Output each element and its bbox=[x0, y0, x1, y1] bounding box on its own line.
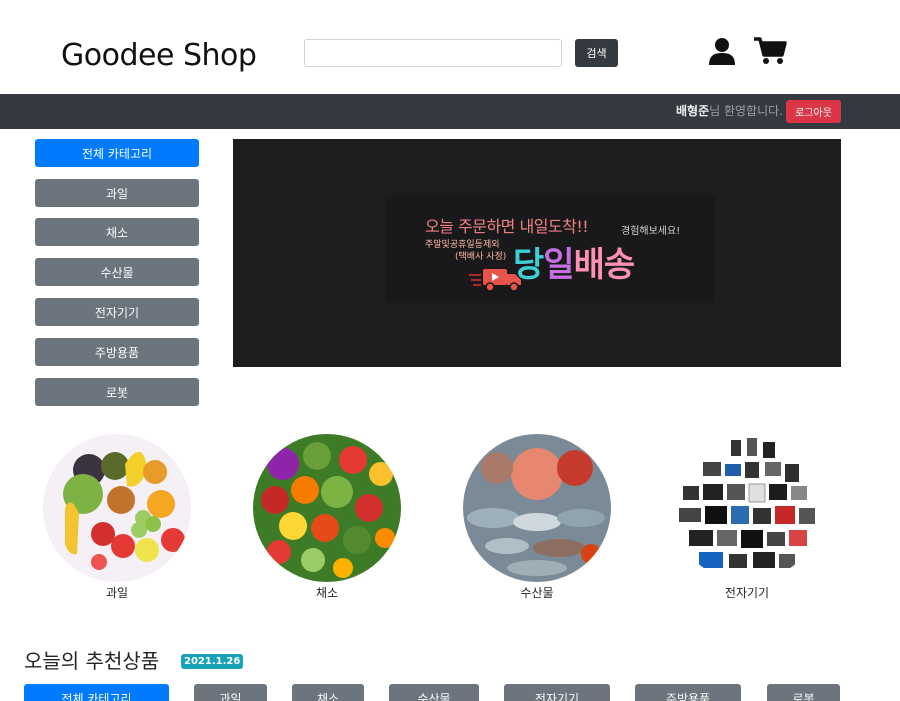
sidebar-item-robot[interactable]: 로봇 bbox=[35, 378, 199, 406]
fruit-image[interactable] bbox=[43, 434, 191, 582]
recommend-title: 오늘의 추천상품 bbox=[24, 649, 160, 673]
tab-electronics[interactable]: 전자기기 bbox=[504, 684, 610, 701]
banner-title: 당일배송 bbox=[513, 245, 635, 285]
category-card-vegetable[interactable]: 채소 bbox=[253, 434, 401, 601]
electronics-image[interactable] bbox=[673, 434, 821, 582]
vegetable-image[interactable] bbox=[253, 434, 401, 582]
cart-icon[interactable] bbox=[753, 36, 787, 66]
logout-button[interactable]: 로그아웃 bbox=[786, 100, 841, 123]
welcome-message: 배형준님 환영합니다. bbox=[676, 102, 783, 119]
sidebar-item-fruit[interactable]: 과일 bbox=[35, 179, 199, 207]
date-badge: 2021.1.26 bbox=[181, 654, 244, 669]
sidebar-item-seafood[interactable]: 수산물 bbox=[35, 258, 199, 286]
search-button[interactable]: 검색 bbox=[575, 39, 618, 67]
banner-subtext-2: (택배사 사정) bbox=[455, 252, 507, 262]
category-card-fruit[interactable]: 과일 bbox=[43, 434, 191, 601]
category-label-vegetable: 채소 bbox=[315, 586, 339, 600]
site-logo[interactable]: Goodee Shop bbox=[61, 38, 257, 73]
sidebar-item-all[interactable]: 전체 카테고리 bbox=[35, 139, 199, 167]
tab-seafood[interactable]: 수산물 bbox=[389, 684, 479, 701]
seafood-image[interactable] bbox=[463, 434, 611, 582]
tab-kitchen[interactable]: 주방용품 bbox=[635, 684, 741, 701]
tab-all[interactable]: 전체 카테고리 bbox=[24, 684, 169, 701]
banner-headline: 오늘 주문하면 내일도착!! bbox=[425, 217, 589, 236]
tab-fruit[interactable]: 과일 bbox=[194, 684, 267, 701]
banner-side-note: 경험해보세요! bbox=[621, 226, 681, 237]
tab-vegetable[interactable]: 채소 bbox=[292, 684, 364, 701]
category-card-seafood[interactable]: 수산물 bbox=[463, 434, 611, 601]
category-label-fruit: 과일 bbox=[105, 586, 129, 600]
sidebar-item-vegetable[interactable]: 채소 bbox=[35, 218, 199, 246]
top-navbar: 배형준님 환영합니다. bbox=[0, 94, 900, 129]
banner-artwork: 오늘 주문하면 내일도착!! 경험해보세요! 주말및공휴일등제외 (택배사 사정… bbox=[385, 195, 715, 303]
category-label-electronics: 전자기기 bbox=[724, 586, 770, 600]
category-label-seafood: 수산물 bbox=[520, 586, 554, 600]
promo-banner[interactable]: 오늘 주문하면 내일도착!! 경험해보세요! 주말및공휴일등제외 (택배사 사정… bbox=[233, 139, 841, 367]
search-input[interactable] bbox=[304, 39, 562, 67]
sidebar-item-kitchen[interactable]: 주방용품 bbox=[35, 338, 199, 366]
user-name: 배형준 bbox=[676, 104, 710, 118]
user-icon[interactable] bbox=[707, 36, 737, 66]
sidebar-item-electronics[interactable]: 전자기기 bbox=[35, 298, 199, 326]
welcome-text: 님 환영합니다. bbox=[709, 104, 783, 118]
category-card-electronics[interactable]: 전자기기 bbox=[673, 434, 821, 601]
tab-robot[interactable]: 로봇 bbox=[767, 684, 840, 701]
header: Goodee Shop 검색 bbox=[0, 0, 900, 94]
